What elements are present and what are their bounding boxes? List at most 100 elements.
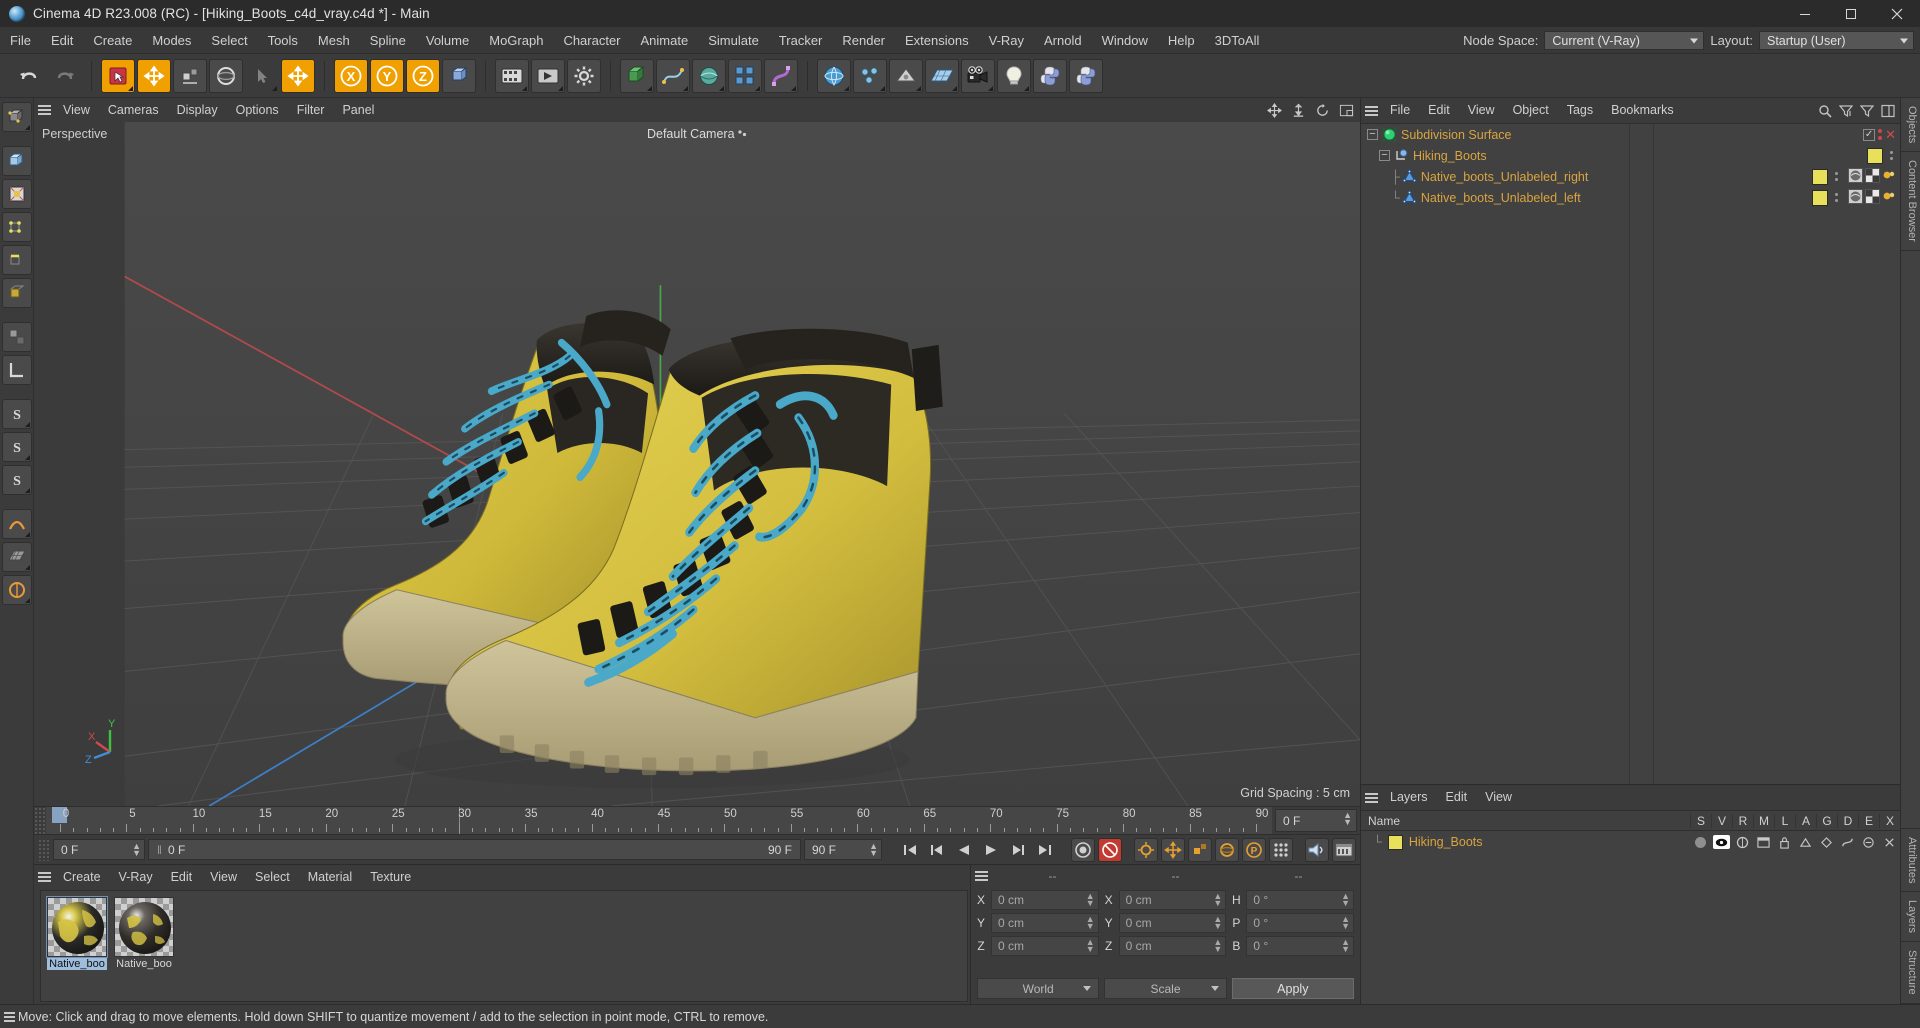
point-level-animation-button[interactable] <box>1269 837 1293 862</box>
rotate-camera-icon[interactable] <box>1315 103 1330 118</box>
pos-z-input[interactable]: 0 cm ▲ ▼ <box>991 936 1099 956</box>
live-selection-button[interactable] <box>101 58 135 93</box>
coordinate-system-select[interactable]: World <box>977 978 1100 999</box>
render-region-button[interactable] <box>531 58 565 93</box>
viewport-menu-filter[interactable]: Filter <box>288 98 334 122</box>
menu-modes[interactable]: Modes <box>142 27 201 54</box>
add-mograph-button[interactable] <box>853 58 887 93</box>
layer-row[interactable]: └ Hiking_Boots <box>1361 831 1900 853</box>
undo-button[interactable] <box>12 59 46 93</box>
layer-visible-cell[interactable] <box>1711 835 1732 849</box>
om-menu-file[interactable]: File <box>1381 98 1419 123</box>
menu-tracker[interactable]: Tracker <box>769 27 833 54</box>
last-used-tool-button[interactable] <box>245 59 279 93</box>
close-icon[interactable]: ✕ <box>1885 128 1896 141</box>
edges-mode-button[interactable] <box>1 245 32 275</box>
viewport-menu-cameras[interactable]: Cameras <box>99 98 168 122</box>
add-environment-button[interactable] <box>817 58 851 93</box>
pos-x-input[interactable]: 0 cm ▲ ▼ <box>991 890 1099 910</box>
add-nurbs-button[interactable] <box>692 58 726 93</box>
make-editable-button[interactable] <box>1 102 32 132</box>
object-manager-hamburger-icon[interactable] <box>1361 99 1381 123</box>
add-floor-button[interactable] <box>925 58 959 93</box>
add-cube-button[interactable] <box>620 58 654 93</box>
layer-color-swatch[interactable] <box>1387 834 1403 850</box>
measure-button[interactable] <box>1 355 32 385</box>
node-space-select[interactable]: Current (V-Ray) <box>1544 31 1705 50</box>
timeline-ruler[interactable]: 0 5 10 15 20 25 30 35 40 45 50 55 60 65 70 75 80 85 90 <box>46 807 1272 834</box>
enable-snapping-button[interactable]: S <box>1 399 32 429</box>
layer-tag-swatch[interactable] <box>1812 189 1828 206</box>
timeline-grip[interactable] <box>34 807 46 834</box>
object-row-native-boots-left[interactable]: └ Native_boots_Unlabeled_left <box>1361 187 1900 208</box>
coordinate-mode-select[interactable]: Scale <box>1104 978 1227 999</box>
texture-tag-icon[interactable] <box>1848 188 1863 207</box>
menu-3dtoall[interactable]: 3DToAll <box>1205 27 1270 54</box>
polygons-mode-button[interactable] <box>1 278 32 308</box>
layout-select[interactable]: Startup (User) <box>1759 31 1914 50</box>
texture-tag-icon[interactable] <box>1848 167 1863 186</box>
render-settings-button[interactable] <box>567 58 601 93</box>
layers-menu-layers[interactable]: Layers <box>1381 785 1437 810</box>
material-menu-create[interactable]: Create <box>54 865 110 889</box>
add-camera-button[interactable] <box>961 58 995 93</box>
menu-mesh[interactable]: Mesh <box>308 27 360 54</box>
keyframe-selection-button[interactable] <box>1134 837 1158 862</box>
viewport-menu-options[interactable]: Options <box>227 98 288 122</box>
menu-character[interactable]: Character <box>553 27 630 54</box>
om-menu-bookmarks[interactable]: Bookmarks <box>1602 98 1683 123</box>
rail-tab-objects[interactable]: Objects <box>1901 98 1920 153</box>
layers-body[interactable]: └ Hiking_Boots <box>1361 831 1900 1004</box>
timeline-button[interactable] <box>1332 837 1356 862</box>
scale-key-button[interactable] <box>1188 837 1212 862</box>
add-array-button[interactable] <box>728 58 762 93</box>
lock-z-axis-button[interactable]: Z <box>406 58 440 93</box>
autokeying-button[interactable] <box>1098 837 1122 862</box>
material-menu-view[interactable]: View <box>201 865 246 889</box>
menu-help[interactable]: Help <box>1158 27 1205 54</box>
position-key-button[interactable] <box>1161 837 1185 862</box>
phong-tag-icon[interactable] <box>1882 189 1896 206</box>
go-to-start-button[interactable] <box>898 838 922 862</box>
timeline-frame-field[interactable]: 0 F ▲ ▼ <box>1275 809 1357 832</box>
workplane-lock-button[interactable]: S <box>1 465 32 495</box>
menu-create[interactable]: Create <box>83 27 142 54</box>
quantize-button[interactable]: S <box>1 432 32 462</box>
python-generator-button[interactable] <box>1069 58 1103 93</box>
material-menu-texture[interactable]: Texture <box>361 865 420 889</box>
viewport-hamburger-icon[interactable] <box>34 98 54 122</box>
sound-button[interactable] <box>1305 837 1329 862</box>
layer-manager-cell[interactable] <box>1753 836 1774 849</box>
minimize-button[interactable] <box>1782 0 1828 27</box>
layer-animation-cell[interactable] <box>1795 836 1816 849</box>
rail-tab-layers[interactable]: Layers <box>1901 892 1920 943</box>
maximize-button[interactable] <box>1828 0 1874 27</box>
size-x-input[interactable]: 0 cm ▲ ▼ <box>1118 890 1227 910</box>
material-item[interactable]: Native_boo <box>114 897 174 970</box>
play-button[interactable] <box>979 838 1003 862</box>
layer-expression-cell[interactable] <box>1858 836 1879 849</box>
points-mode-button[interactable] <box>1 212 32 242</box>
layer-tag-swatch[interactable] <box>1867 147 1883 164</box>
step-back-button[interactable] <box>925 838 949 862</box>
add-light-button[interactable] <box>997 58 1031 93</box>
layer-button[interactable] <box>1 575 32 605</box>
menu-simulate[interactable]: Simulate <box>698 27 769 54</box>
scale-tool-button[interactable] <box>173 58 207 93</box>
visibility-dots-icon[interactable] <box>1831 169 1841 185</box>
rotate-tool-button[interactable] <box>209 58 243 93</box>
layer-xref-cell[interactable] <box>1879 836 1900 849</box>
close-button[interactable] <box>1874 0 1920 27</box>
material-menu-vray[interactable]: V-Ray <box>110 865 162 889</box>
material-manager-hamburger-icon[interactable] <box>34 865 54 889</box>
filter-up-icon[interactable] <box>1839 104 1853 118</box>
move-camera-icon[interactable] <box>1267 102 1282 118</box>
material-manager-body[interactable]: Native_boo Native_boo <box>40 890 968 1002</box>
add-field-button[interactable] <box>889 58 923 93</box>
layer-render-cell[interactable] <box>1732 836 1753 849</box>
coordinates-hamburger-icon[interactable] <box>971 864 991 888</box>
enable-checkbox[interactable]: ✓ <box>1863 128 1876 141</box>
menu-volume[interactable]: Volume <box>416 27 479 54</box>
expand-toggle[interactable]: − <box>1367 129 1378 140</box>
pos-y-input[interactable]: 0 cm ▲ ▼ <box>991 913 1099 933</box>
